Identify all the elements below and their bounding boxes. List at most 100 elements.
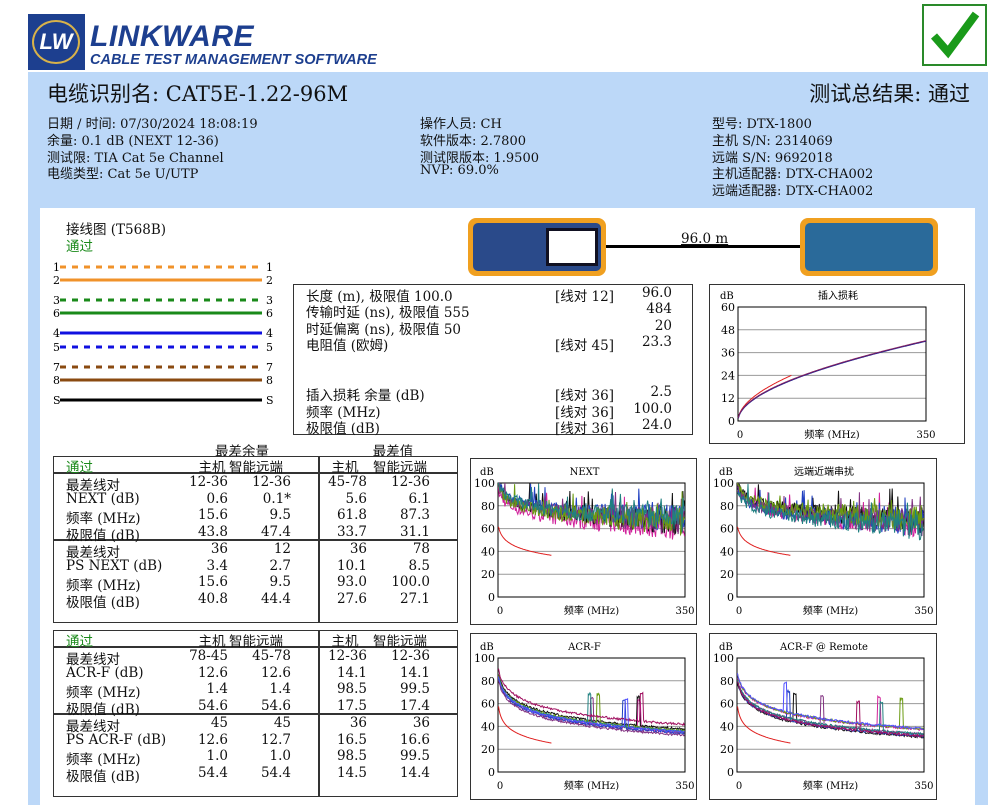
pin-label: 5 [266, 341, 273, 354]
chart-title: 插入损耗 [818, 289, 858, 302]
pin-label: 1 [266, 261, 273, 274]
y-tick-label: 20 [720, 743, 734, 756]
chart-title: NEXT [570, 467, 600, 478]
cell-value: 31.1 [399, 524, 430, 541]
row-label: 极限值 (dB) [66, 594, 140, 611]
pin-label: 7 [266, 361, 273, 374]
cell-value: 6.1 [408, 490, 430, 507]
wiremap-result: 通过 [66, 239, 93, 255]
x-axis-label: 频率 (MHz) [804, 428, 859, 441]
cell-value: 36 [349, 540, 367, 557]
info-field: 远端适配器: DTX-CHA002 [712, 184, 874, 200]
cell-value: 99.5 [399, 748, 430, 765]
pin-label: S [266, 394, 274, 407]
cell-value: 14.1 [336, 664, 367, 681]
cell-value: 1.0 [206, 748, 228, 765]
cell-value: 36 [349, 714, 367, 731]
summary-pair: [线对 45] [555, 338, 615, 354]
y-tick-label: 40 [720, 545, 734, 558]
check-icon [922, 4, 987, 66]
summary-value: 20 [654, 318, 672, 334]
acrf-chart: ACR-FdB频率 (MHz)0 350020406080100 [470, 633, 697, 800]
row-label: 极限值 (dB) [66, 768, 140, 785]
info-field: 电缆类型: Cat 5e U/UTP [47, 167, 199, 183]
cell-value: 17.5 [336, 698, 367, 715]
summary-label: 电阻值 (欧姆) [306, 338, 389, 354]
y-tick-label: 0 [488, 766, 495, 779]
y-tick-label: 80 [720, 675, 734, 688]
table-status: 通过 [66, 460, 93, 476]
pin-label: 5 [53, 341, 60, 354]
pin-label: 6 [266, 307, 273, 320]
cell-value: 14.4 [399, 764, 430, 781]
y-tick-label: 0 [488, 591, 495, 604]
cell-value: 87.3 [399, 507, 430, 524]
summary-pair: [线对 36] [555, 421, 615, 437]
x-tick-label: 350 [916, 430, 935, 441]
cell-value: 54.4 [260, 764, 291, 781]
cell-value: 8.5 [408, 557, 430, 574]
x-tick-label: 350 [914, 606, 933, 617]
y-tick-label: 60 [481, 698, 495, 711]
cell-value: 12-36 [391, 648, 430, 664]
cell-value: 14.1 [399, 664, 430, 681]
cell-value: 1.0 [269, 748, 291, 765]
x-tick-label: 350 [675, 781, 694, 792]
row-label: ACR-F (dB) [66, 664, 144, 681]
cell-value: 5.6 [345, 490, 367, 507]
y-tick-label: 0 [727, 591, 734, 604]
summary-value: 23.3 [641, 334, 672, 350]
pin-label: S [53, 394, 61, 407]
pin-label: 3 [266, 294, 273, 307]
column-header: 主机 [331, 460, 359, 476]
remote-unit-image [800, 218, 938, 276]
x-tick-label: 350 [914, 781, 933, 792]
cell-value: 1.4 [206, 681, 228, 698]
overall-result: 测试总结果: 通过 [809, 82, 970, 106]
cell-value: 12-36 [391, 474, 430, 490]
cell-value: 54.6 [197, 698, 228, 715]
plot-area [737, 306, 927, 422]
column-header: 主机 [198, 634, 226, 650]
cell-value: 43.8 [197, 524, 228, 541]
column-header: 主机 [198, 460, 226, 476]
acrfr-chart: ACR-F @ RemotedB频率 (MHz)0 350020406080100 [709, 633, 937, 800]
cell-value: 33.7 [336, 524, 367, 541]
row-label: PS NEXT (dB) [66, 557, 163, 574]
chart-title: 远端近端串扰 [794, 465, 854, 478]
x-tick-label: 0 [497, 781, 503, 792]
x-tick-label: 0 [736, 781, 742, 792]
cell-value: 1.4 [269, 681, 291, 698]
pin-label: 6 [53, 307, 60, 320]
pin-label: 7 [53, 361, 60, 374]
cell-value: 9.5 [269, 507, 291, 524]
cell-value: 0.1* [262, 490, 291, 507]
cell-value: 40.8 [197, 590, 228, 607]
limit-line [737, 374, 792, 419]
y-tick-label: 20 [481, 743, 495, 756]
cell-value: 12.7 [260, 731, 291, 748]
pin-label: 2 [266, 274, 273, 287]
cell-value: 45 [273, 714, 291, 731]
y-tick-label: 100 [474, 652, 495, 665]
linkware-logo: LW [28, 14, 85, 70]
table-status: 通过 [66, 634, 93, 650]
cell-value: 99.5 [399, 681, 430, 698]
cell-value: 15.6 [197, 507, 228, 524]
y-tick-label: 100 [474, 477, 495, 490]
summary-value: 24.0 [641, 417, 672, 433]
y-tick-label: 60 [720, 698, 734, 711]
next-chart: NEXTdB频率 (MHz)0 350020406080100 [470, 458, 697, 625]
y-tick-label: 60 [481, 523, 495, 536]
cable-length: 96.0 m [681, 231, 729, 247]
x-tick-label: 0 [497, 606, 503, 617]
cell-value: 10.1 [336, 557, 367, 574]
x-axis-label: 频率 (MHz) [564, 779, 619, 792]
cell-value: 17.4 [399, 698, 430, 715]
y-tick-label: 80 [481, 675, 495, 688]
cell-value: 36 [412, 714, 430, 731]
y-tick-label: 0 [727, 766, 734, 779]
y-tick-label: 0 [728, 415, 735, 428]
il-chart: 插入损耗dB频率 (MHz)0 35001224364860 [709, 284, 965, 444]
cell-value: 12 [273, 540, 291, 557]
